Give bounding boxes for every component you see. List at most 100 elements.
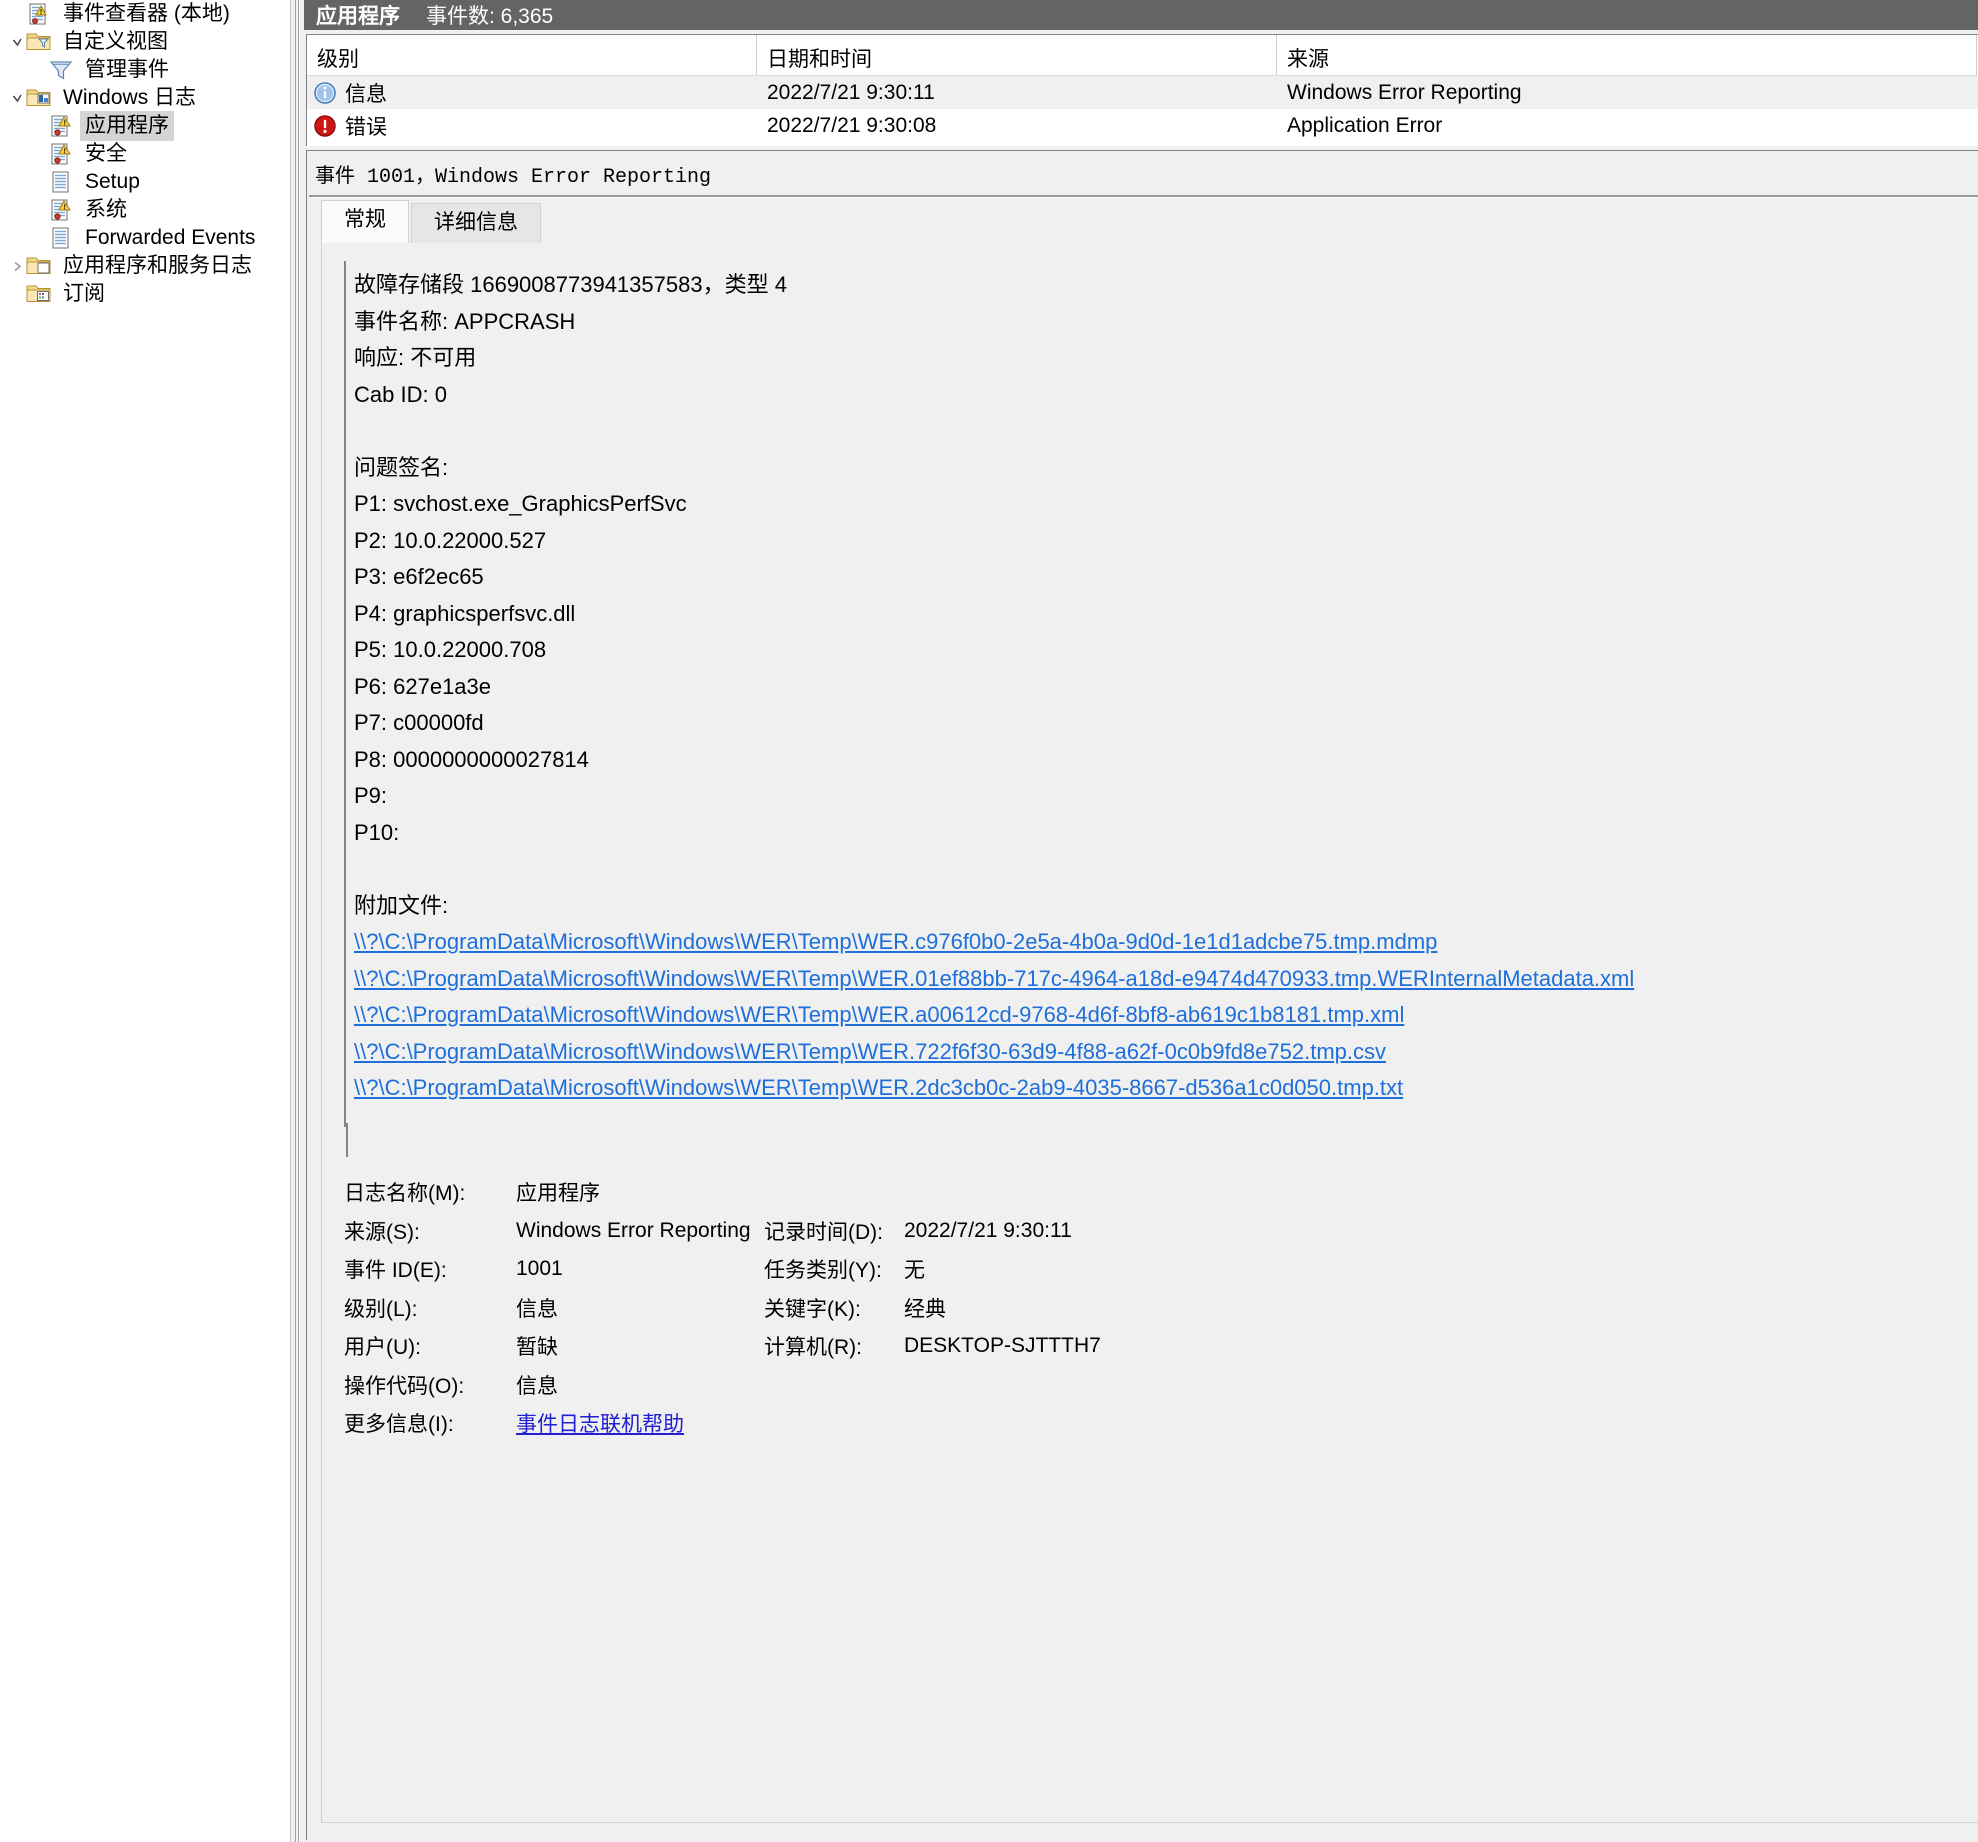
log-warning-icon [48, 197, 74, 223]
chevron-down-icon[interactable] [8, 28, 26, 56]
value-logged: 2022/7/21 9:30:11 [904, 1219, 1304, 1243]
description-blank-line [354, 413, 1978, 450]
table-row[interactable]: 信息 2022/7/21 9:30:11 Windows Error Repor… [307, 76, 1978, 109]
attached-file-link[interactable]: \\?\C:\ProgramData\Microsoft\Windows\WER… [354, 1070, 1978, 1107]
tree-item-subscriptions[interactable]: 订阅 [0, 280, 290, 308]
table-header-row: 级别 日期和时间 来源 [307, 35, 1978, 76]
event-description-box[interactable]: 故障存储段 1669008773941357583，类型 4 事件名称: APP… [344, 261, 1978, 1127]
label-computer: 计算机(R): [764, 1331, 904, 1361]
pane-splitter[interactable] [290, 0, 304, 1842]
label-event-id: 事件 ID(E): [344, 1254, 516, 1284]
cell-level: 信息 [307, 78, 757, 108]
event-details-title: 事件 1001，Windows Error Reporting [315, 159, 711, 189]
twisty-placeholder [8, 0, 26, 28]
tree-item-label: 应用程序 [80, 111, 174, 141]
tree-item-label: 事件查看器 (本地) [58, 0, 235, 29]
tab-details[interactable]: 详细信息 [411, 203, 541, 243]
details-separator [309, 195, 1978, 198]
tab-panel-general: 故障存储段 1669008773941357583，类型 4 事件名称: APP… [321, 243, 1978, 1823]
tree-item-manage-events[interactable]: 管理事件 [0, 56, 290, 84]
description-line: P9: [354, 778, 1978, 815]
information-icon [313, 81, 337, 105]
tab-general[interactable]: 常规 [321, 200, 409, 243]
description-line: P1: svchost.exe_GraphicsPerfSvc [354, 486, 1978, 523]
tree-item-windows-logs[interactable]: Windows 日志 [0, 84, 290, 112]
error-icon [313, 114, 337, 138]
details-tabstrip[interactable]: 常规 详细信息 [321, 203, 543, 243]
cell-level-text: 错误 [345, 111, 387, 141]
label-logged: 记录时间(D): [764, 1216, 904, 1246]
value-event-id: 1001 [516, 1257, 764, 1281]
label-task-category: 任务类别(Y): [764, 1254, 904, 1284]
label-source: 来源(S): [344, 1216, 516, 1246]
column-header-level[interactable]: 级别 [307, 35, 757, 75]
label-log-name: 日志名称(M): [344, 1177, 516, 1207]
description-line: Cab ID: 0 [354, 377, 1978, 414]
tree-item-app-and-services-logs[interactable]: 应用程序和服务日志 [0, 252, 290, 280]
value-opcode: 信息 [516, 1370, 764, 1400]
event-metadata-grid: 日志名称(M): 应用程序 来源(S): Windows Error Repor… [344, 1173, 1978, 1443]
metadata-row-log-name: 日志名称(M): 应用程序 [344, 1173, 1978, 1212]
chevron-right-icon[interactable] [8, 252, 26, 280]
sidebar-item-security-log[interactable]: 安全 [0, 140, 290, 168]
tree-item-label: 管理事件 [80, 55, 174, 85]
sidebar-item-setup-log[interactable]: Setup [0, 168, 290, 196]
description-line: P2: 10.0.22000.527 [354, 523, 1978, 560]
description-box-left-border [346, 1123, 586, 1157]
sidebar-item-forwarded-events[interactable]: Forwarded Events [0, 224, 290, 252]
tree-item-label: Setup [80, 167, 145, 197]
windows-logs-folder-icon [26, 85, 52, 111]
chevron-down-icon[interactable] [8, 84, 26, 112]
event-details-panel: 事件 1001，Windows Error Reporting 常规 详细信息 … [306, 150, 1978, 1840]
description-blank-line [354, 851, 1978, 888]
value-log-name: 应用程序 [516, 1177, 764, 1207]
metadata-row-source: 来源(S): Windows Error Reporting 记录时间(D): … [344, 1212, 1978, 1251]
cell-level-text: 信息 [345, 78, 387, 108]
log-plain-icon [48, 225, 74, 251]
description-line: P6: 627e1a3e [354, 669, 1978, 706]
metadata-row-opcode: 操作代码(O): 信息 [344, 1366, 1978, 1405]
sidebar-item-application-log[interactable]: 应用程序 [0, 112, 290, 140]
tree-item-label: Forwarded Events [80, 223, 260, 253]
metadata-row-event-id: 事件 ID(E): 1001 任务类别(Y): 无 [344, 1250, 1978, 1289]
description-line: 响应: 不可用 [354, 340, 1978, 377]
value-task-category: 无 [904, 1254, 1304, 1284]
column-header-datetime[interactable]: 日期和时间 [757, 35, 1277, 75]
value-keywords: 经典 [904, 1293, 1304, 1323]
tree-item-event-viewer[interactable]: 事件查看器 (本地) [0, 0, 290, 28]
label-opcode: 操作代码(O): [344, 1370, 516, 1400]
label-user: 用户(U): [344, 1331, 516, 1361]
event-list-table[interactable]: 级别 日期和时间 来源 信息 2022/7/21 9:30:11 Windows… [306, 34, 1978, 146]
event-viewer-icon [26, 1, 52, 27]
description-line: 故障存储段 1669008773941357583，类型 4 [354, 267, 1978, 304]
attached-file-link[interactable]: \\?\C:\ProgramData\Microsoft\Windows\WER… [354, 1034, 1978, 1071]
splitter-grip[interactable] [295, 0, 300, 1842]
description-line: P8: 0000000000027814 [354, 742, 1978, 779]
table-row[interactable]: 错误 2022/7/21 9:30:08 Application Error [307, 109, 1978, 142]
log-warning-icon [48, 113, 74, 139]
metadata-row-level: 级别(L): 信息 关键字(K): 经典 [344, 1289, 1978, 1328]
description-line: P4: graphicsperfsvc.dll [354, 596, 1978, 633]
navigation-tree-pane[interactable]: 事件查看器 (本地) 自定义视图 管理事件 [0, 0, 290, 1842]
description-line: P7: c00000fd [354, 705, 1978, 742]
attached-file-link[interactable]: \\?\C:\ProgramData\Microsoft\Windows\WER… [354, 924, 1978, 961]
event-log-online-help-link[interactable]: 事件日志联机帮助 [516, 1413, 684, 1436]
column-header-source[interactable]: 来源 [1277, 35, 1977, 75]
description-line: P3: e6f2ec65 [354, 559, 1978, 596]
value-source: Windows Error Reporting [516, 1219, 764, 1243]
description-line: P10: [354, 815, 1978, 852]
metadata-row-user: 用户(U): 暂缺 计算机(R): DESKTOP-SJTTTH7 [344, 1327, 1978, 1366]
log-plain-icon [48, 169, 74, 195]
description-line: 附加文件: [354, 888, 1978, 925]
custom-views-folder-icon [26, 29, 52, 55]
sidebar-item-system-log[interactable]: 系统 [0, 196, 290, 224]
main-content: 应用程序 事件数: 6,365 级别 日期和时间 来源 信息 2022/7/21… [304, 0, 1978, 1842]
tree-item-custom-views[interactable]: 自定义视图 [0, 28, 290, 56]
attached-file-link[interactable]: \\?\C:\ProgramData\Microsoft\Windows\WER… [354, 961, 1978, 998]
value-level: 信息 [516, 1293, 764, 1323]
tree-item-label: Windows 日志 [58, 83, 201, 113]
attached-file-link[interactable]: \\?\C:\ProgramData\Microsoft\Windows\WER… [354, 997, 1978, 1034]
cell-level: 错误 [307, 111, 757, 141]
tree-item-label: 应用程序和服务日志 [58, 251, 257, 281]
description-line: 问题签名: [354, 450, 1978, 487]
